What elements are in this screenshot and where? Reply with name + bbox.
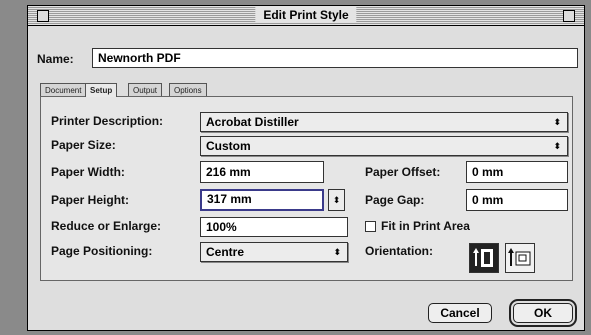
page-gap-label: Page Gap: <box>365 193 425 207</box>
printer-description-label: Printer Description: <box>51 114 164 128</box>
edit-print-style-window: Edit Print Style Name: Newnorth PDF Docu… <box>27 5 585 331</box>
paper-height-stepper-icon[interactable]: ⬍ <box>328 189 345 211</box>
paper-width-field[interactable]: 216 mm <box>200 161 324 183</box>
paper-width-label: Paper Width: <box>51 165 125 179</box>
tab-options[interactable]: Options <box>169 83 207 96</box>
popup-arrow-icon: ⬍ <box>553 141 561 151</box>
page-gap-field[interactable]: 0 mm <box>466 189 568 211</box>
title-bar[interactable]: Edit Print Style <box>28 6 584 26</box>
paper-size-value: Custom <box>206 139 251 153</box>
setup-panel: Printer Description: Acrobat Distiller ⬍… <box>40 96 573 281</box>
fit-in-print-area-label: Fit in Print Area <box>381 219 470 233</box>
paper-height-field[interactable]: 317 mm <box>200 189 324 211</box>
orientation-label: Orientation: <box>365 244 433 258</box>
ok-button[interactable]: OK <box>509 299 577 327</box>
paper-height-label: Paper Height: <box>51 193 130 207</box>
portrait-orientation-button[interactable] <box>469 243 499 273</box>
page-positioning-popup[interactable]: Centre ⬍ <box>200 242 348 262</box>
zoom-box-icon[interactable] <box>563 10 575 22</box>
tab-setup[interactable]: Setup <box>85 83 118 97</box>
reduce-enlarge-field[interactable]: 100% <box>200 217 348 237</box>
window-title: Edit Print Style <box>255 7 357 23</box>
cancel-button[interactable]: Cancel <box>428 303 492 323</box>
page-positioning-value: Centre <box>206 245 245 259</box>
paper-offset-label: Paper Offset: <box>365 165 441 179</box>
close-box-icon[interactable] <box>37 10 49 22</box>
popup-arrow-icon: ⬍ <box>553 117 561 127</box>
reduce-enlarge-label: Reduce or Enlarge: <box>51 219 162 233</box>
printer-description-value: Acrobat Distiller <box>206 115 299 129</box>
tab-output[interactable]: Output <box>128 83 163 96</box>
printer-description-popup[interactable]: Acrobat Distiller ⬍ <box>200 112 568 132</box>
paper-size-popup[interactable]: Custom ⬍ <box>200 136 568 156</box>
landscape-orientation-button[interactable] <box>505 243 535 273</box>
portrait-page-icon <box>473 248 493 267</box>
paper-size-label: Paper Size: <box>51 138 116 152</box>
landscape-page-icon <box>508 248 531 266</box>
paper-offset-field[interactable]: 0 mm <box>466 161 568 183</box>
popup-arrow-icon: ⬍ <box>333 247 341 257</box>
fit-in-print-area-checkbox[interactable] <box>365 221 376 232</box>
name-label: Name: <box>37 52 74 66</box>
page-positioning-label: Page Positioning: <box>51 244 153 258</box>
tab-document[interactable]: Document <box>40 83 87 96</box>
name-field[interactable]: Newnorth PDF <box>92 48 578 68</box>
